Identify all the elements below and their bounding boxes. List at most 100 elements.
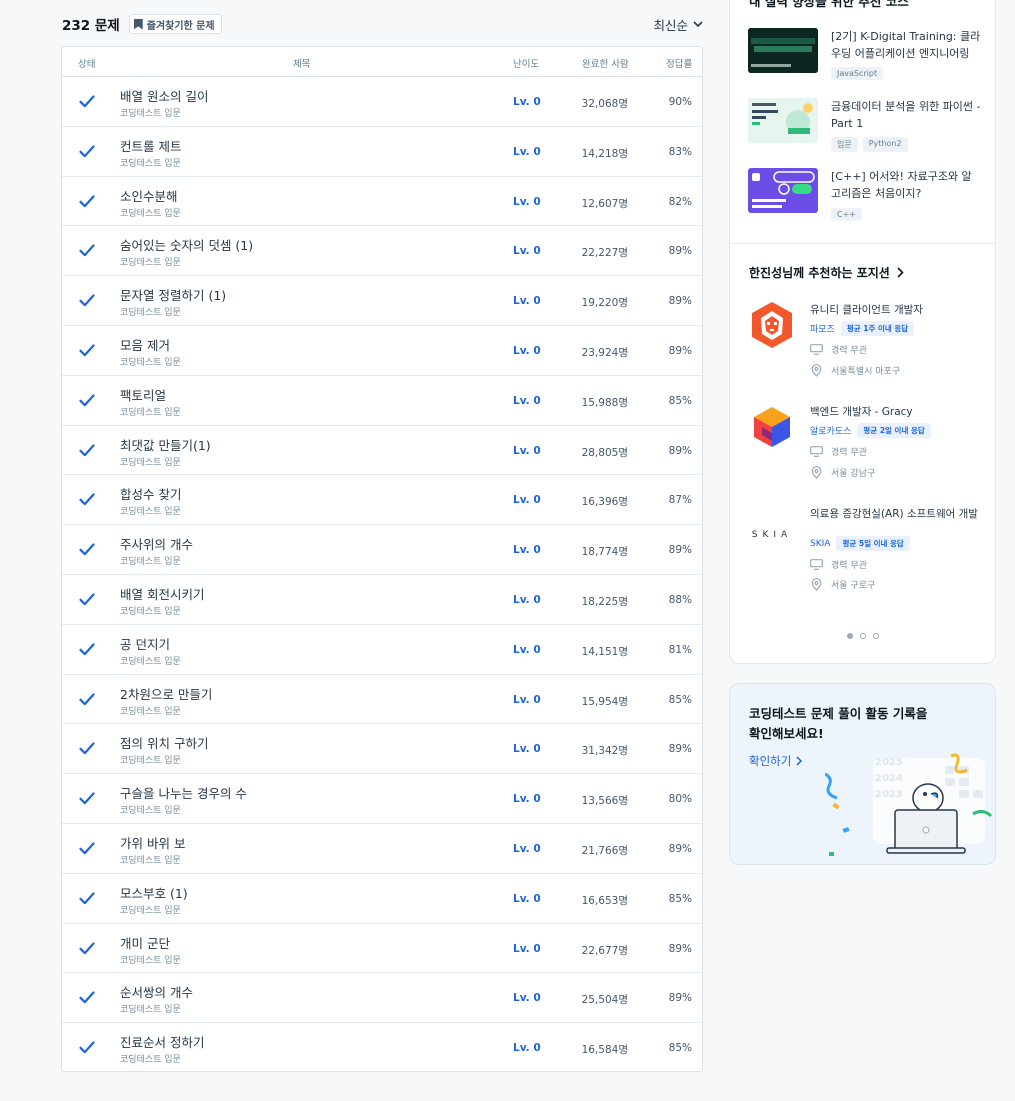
problem-title[interactable]: 구슬을 나누는 경우의 수	[120, 783, 247, 802]
course-thumbnail	[748, 168, 818, 213]
problem-category: 코딩테스트 입문	[120, 706, 181, 717]
table-row[interactable]: 점의 위치 구하기 코딩테스트 입문 Lv. 0 31,342명 89%	[62, 724, 702, 775]
year-2024: 2024	[875, 773, 903, 784]
problem-title[interactable]: 개미 군단	[120, 933, 170, 952]
accuracy-rate: 88%	[668, 593, 692, 606]
problem-title[interactable]: 가위 바위 보	[120, 833, 185, 852]
problem-level: Lv. 0	[513, 793, 541, 806]
career-line: 경력 무관	[810, 558, 867, 571]
accuracy-rate: 82%	[668, 195, 692, 208]
completed-count: 15,988명	[581, 396, 628, 409]
problem-category: 코딩테스트 입문	[120, 756, 181, 767]
table-row[interactable]: 숨어있는 숫자의 덧셈 (1) 코딩테스트 입문 Lv. 0 22,227명 89%	[62, 226, 702, 277]
table-row[interactable]: 2차원으로 만들기 코딩테스트 입문 Lv. 0 15,954명 85%	[62, 675, 702, 725]
position-section-title[interactable]: 한진성님께 추천하는 포지션	[749, 264, 904, 281]
table-row[interactable]: 합성수 찾기 코딩테스트 입문 Lv. 0 16,396명 87%	[62, 475, 702, 526]
carousel-dot[interactable]	[873, 633, 879, 639]
location-line: 서울 강남구	[810, 466, 875, 479]
problem-title[interactable]: 합성수 찾기	[120, 484, 181, 503]
check-icon	[79, 842, 95, 855]
problem-level: Lv. 0	[513, 245, 541, 258]
table-row[interactable]: 진료순서 정하기 코딩테스트 입문 Lv. 0 16,584명 85%	[62, 1023, 702, 1073]
course-image-finance	[748, 98, 818, 143]
problem-category: 코딩테스트 입문	[120, 158, 181, 169]
check-icon	[79, 643, 95, 655]
problem-title[interactable]: 진료순서 정하기	[120, 1032, 204, 1051]
problem-category: 코딩테스트 입문	[120, 357, 181, 368]
course-card[interactable]: [2기] K-Digital Training: 클라우딩 어플리케이션 엔지니…	[748, 28, 980, 80]
problem-title[interactable]: 배열 원소의 길이	[120, 86, 208, 105]
location-pin-icon	[811, 578, 822, 591]
table-row[interactable]: 팩토리얼 코딩테스트 입문 Lv. 0 15,988명 85%	[62, 376, 702, 426]
course-section-title[interactable]: 내 실력 향상을 위한 추천 코스	[749, 0, 909, 10]
year-2023: 2023	[875, 789, 903, 800]
column-completed[interactable]: 완료한 사람	[582, 56, 629, 70]
table-row[interactable]: 주사위의 개수 코딩테스트 입문 Lv. 0 18,774명 89%	[62, 525, 702, 575]
table-row[interactable]: 모음 제거 코딩테스트 입문 Lv. 0 23,924명 89%	[62, 326, 702, 376]
check-icon	[79, 294, 95, 307]
course-card[interactable]: [C++] 어서와! 자료구조와 알고리즘은 처음이지? C++	[748, 168, 978, 221]
course-tags: JavaScript	[831, 67, 884, 80]
table-row[interactable]: 문자열 정렬하기 (1) 코딩테스트 입문 Lv. 0 19,220명 89%	[62, 276, 702, 326]
problem-level: Lv. 0	[513, 195, 541, 208]
check-icon	[79, 792, 95, 805]
table-row[interactable]: 배열 회전시키기 코딩테스트 입문 Lv. 0 18,225명 88%	[62, 575, 702, 625]
accuracy-rate: 83%	[668, 145, 692, 158]
course-image-cloud	[748, 28, 818, 73]
problem-category: 코딩테스트 입문	[120, 806, 181, 817]
column-status: 상태	[78, 59, 96, 70]
table-row[interactable]: 순서쌍의 개수 코딩테스트 입문 Lv. 0 25,504명 89%	[62, 973, 702, 1024]
problem-title[interactable]: 문자열 정렬하기 (1)	[120, 285, 226, 304]
table-row[interactable]: 소인수분해 코딩테스트 입문 Lv. 0 12,607명 82%	[62, 177, 702, 227]
table-row[interactable]: 공 던지기 코딩테스트 입문 Lv. 0 14,151명 81%	[62, 625, 702, 675]
sort-dropdown[interactable]: 최신순	[653, 15, 703, 34]
favorites-filter-button[interactable]: 즐겨찾기한 문제	[128, 14, 222, 34]
problem-title[interactable]: 점의 위치 구하기	[120, 733, 208, 752]
carousel-dot[interactable]	[860, 633, 866, 639]
problem-title[interactable]: 소인수분해	[120, 186, 178, 205]
carousel-dot[interactable]	[847, 633, 853, 639]
problem-title[interactable]: 최댓값 만들기(1)	[120, 435, 211, 454]
table-row[interactable]: 배열 원소의 길이 코딩테스트 입문 Lv. 0 32,068명 90%	[62, 77, 702, 127]
accuracy-rate: 89%	[668, 245, 692, 258]
table-body: 배열 원소의 길이 코딩테스트 입문 Lv. 0 32,068명 90% 컨트롤 제트코딩…	[62, 77, 702, 1073]
problem-title[interactable]: 순서쌍의 개수	[120, 982, 193, 1001]
problem-title[interactable]: 주사위의 개수	[120, 534, 193, 553]
activity-link[interactable]: 확인하기	[749, 753, 803, 769]
completed-count: 23,924명	[581, 346, 628, 359]
problem-title[interactable]: 공 던지기	[120, 634, 170, 653]
check-icon	[79, 145, 95, 157]
column-rate[interactable]: 정답률	[666, 56, 692, 70]
table-row[interactable]: 최댓값 만들기(1) 코딩테스트 입문 Lv. 0 28,805명 89%	[62, 426, 702, 476]
problem-title[interactable]: 팩토리얼	[120, 385, 166, 404]
table-row[interactable]: 컨트롤 제트 코딩테스트 입문 Lv. 0 14,218명 83%	[62, 127, 702, 177]
problem-title[interactable]: 2차원으로 만들기	[120, 684, 212, 703]
bookmark-icon	[133, 18, 143, 30]
accuracy-rate: 89%	[668, 295, 692, 308]
check-icon	[79, 593, 95, 606]
completed-count: 15,954명	[581, 695, 628, 708]
course-card[interactable]: 금융데이터 분석을 위한 파이썬 - Part 1 입문 Python2	[748, 98, 981, 152]
problem-title[interactable]: 숨어있는 숫자의 덧셈 (1)	[120, 235, 253, 254]
problem-title[interactable]: 모스부호 (1)	[120, 883, 188, 902]
problem-category: 코딩테스트 입문	[120, 507, 181, 518]
completed-count: 16,653명	[581, 894, 628, 907]
career: 경력 무관	[831, 561, 867, 571]
accuracy-rate: 87%	[668, 494, 692, 507]
activity-title: 코딩테스트 문제 풀이 활동 기록을 확인해보세요!	[749, 704, 927, 744]
column-level[interactable]: 난이도	[513, 56, 539, 70]
career: 경력 무관	[831, 448, 867, 458]
table-row[interactable]: 가위 바위 보 코딩테스트 입문 Lv. 0 21,766명 89%	[62, 824, 702, 874]
course-tag: C++	[831, 208, 862, 221]
accuracy-rate: 89%	[668, 992, 692, 1005]
problem-title[interactable]: 모음 제거	[120, 335, 170, 354]
problem-title[interactable]: 배열 회전시키기	[120, 584, 204, 603]
chevron-down-icon	[693, 20, 703, 27]
activity-illustration: 2025 2024 2023	[825, 753, 993, 856]
problem-title[interactable]: 컨트롤 제트	[120, 136, 181, 155]
column-title: 제목	[293, 59, 311, 70]
problem-level: Lv. 0	[513, 1042, 541, 1055]
table-row[interactable]: 모스부호 (1) 코딩테스트 입문 Lv. 0 16,653명 85%	[62, 874, 702, 924]
table-row[interactable]: 개미 군단 코딩테스트 입문 Lv. 0 22,677명 89%	[62, 924, 702, 974]
table-row[interactable]: 구슬을 나누는 경우의 수 코딩테스트 입문 Lv. 0 13,566명 80%	[62, 774, 702, 824]
